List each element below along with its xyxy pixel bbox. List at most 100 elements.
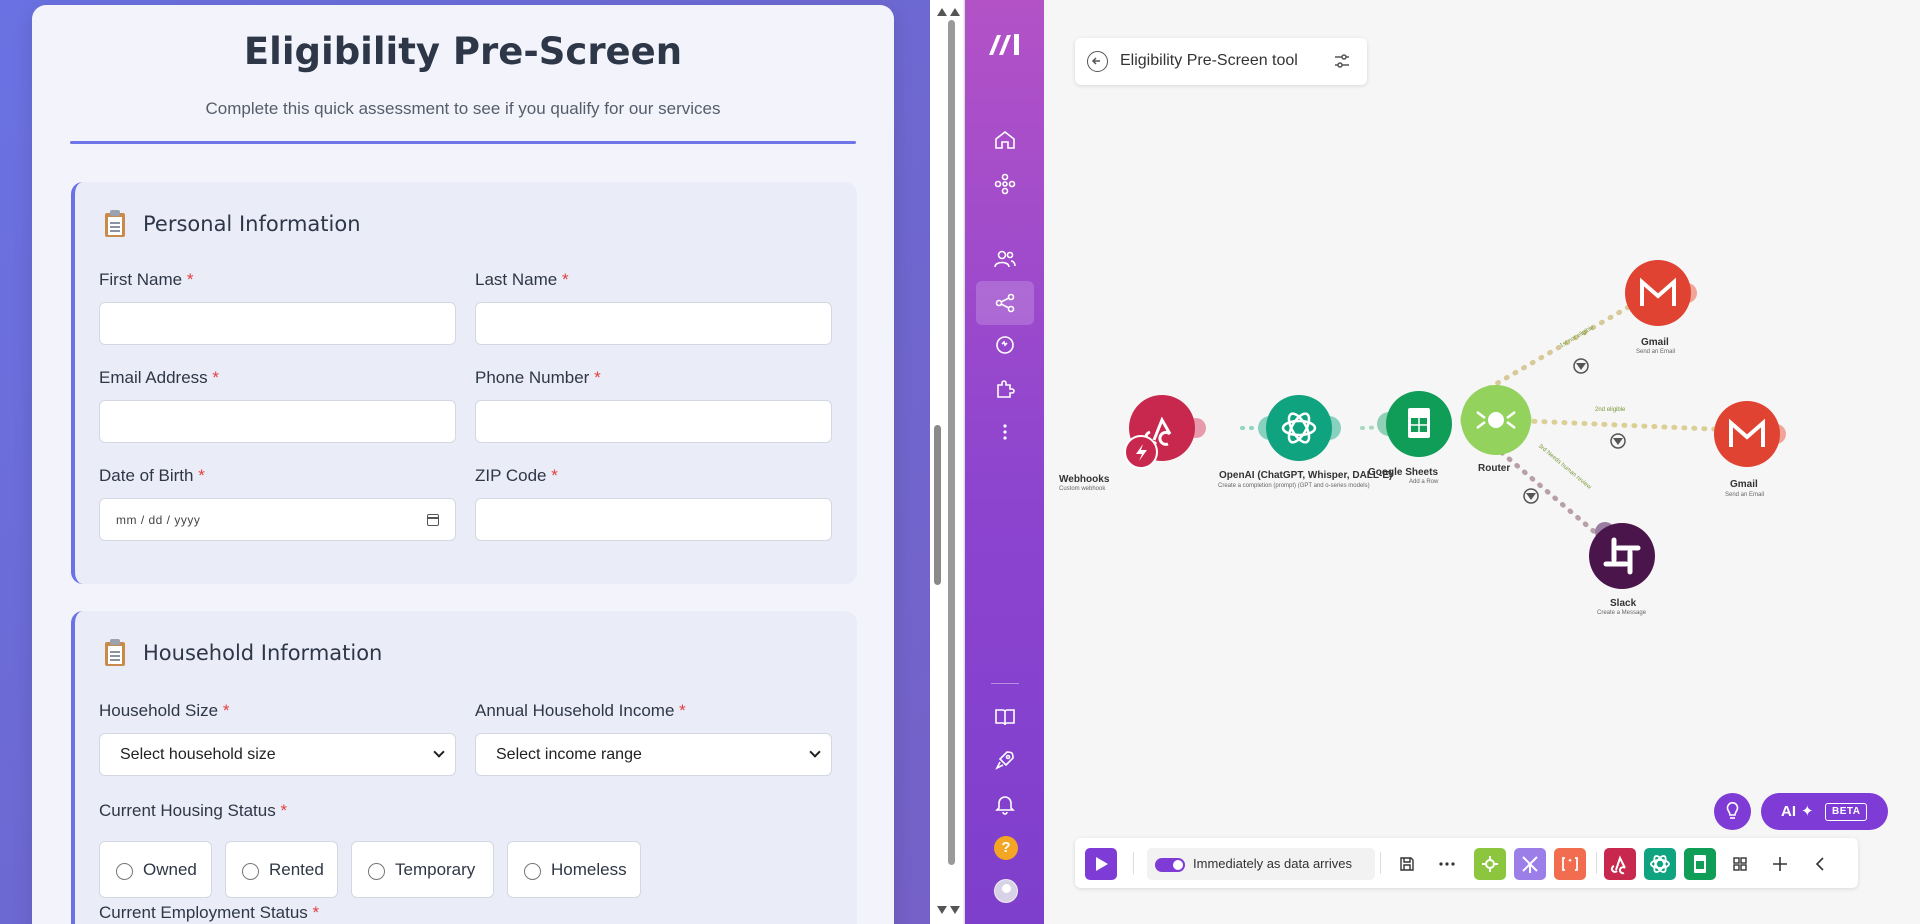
housing-option-rented[interactable]: Rented [225, 841, 338, 898]
book-icon[interactable] [993, 705, 1017, 729]
tools-icon[interactable] [1474, 848, 1506, 880]
housing-option-owned[interactable]: Owned [99, 841, 212, 898]
openai-icon[interactable] [1644, 848, 1676, 880]
module-label: Slack [1610, 598, 1637, 609]
last-name-input[interactable] [475, 302, 832, 345]
gmail-module-icon[interactable] [1625, 260, 1691, 326]
scheduling-toggle[interactable] [1155, 858, 1185, 872]
scenario-editor: ? Eligibility Pre-Screen tool Webhooks C… [964, 0, 1920, 924]
scroll-down-arrow-icon[interactable] [950, 906, 960, 914]
module-sublabel: Send an Email [1725, 492, 1765, 498]
calendar-icon[interactable] [427, 514, 439, 526]
zip-input[interactable] [475, 498, 832, 541]
radio-circle[interactable] [116, 863, 133, 880]
organization-icon[interactable] [993, 172, 1017, 196]
scroll-up-arrow-icon[interactable] [950, 8, 960, 16]
save-icon[interactable] [1391, 848, 1423, 880]
module-sublabel: Custom webhook [1059, 486, 1106, 492]
rocket-icon[interactable] [993, 748, 1017, 772]
lightbulb-icon[interactable] [1714, 793, 1751, 830]
form-page: Eligibility Pre-Screen Complete this qui… [0, 0, 963, 924]
ai-assistant-button[interactable]: AI ✦ BETA [1761, 793, 1888, 830]
income-label: Annual Household Income * [475, 701, 686, 720]
email-input[interactable] [99, 400, 456, 443]
household-size-label: Household Size * [99, 701, 230, 720]
phone-input[interactable] [475, 400, 832, 443]
module-label: Webhooks [1059, 474, 1110, 485]
more-vertical-icon[interactable] [993, 420, 1017, 444]
help-icon[interactable]: ? [994, 836, 1018, 860]
avatar[interactable] [994, 879, 1018, 903]
sparkle-icon: ✦ [1801, 803, 1814, 820]
text-parser-icon[interactable] [1554, 848, 1586, 880]
form-card: Eligibility Pre-Screen Complete this qui… [32, 5, 894, 924]
radio-circle[interactable] [242, 863, 259, 880]
openai-module-icon[interactable] [1266, 395, 1332, 461]
module-sublabel: Add a Row [1409, 479, 1439, 485]
first-name-label: First Name * [99, 270, 194, 289]
schedule-setting[interactable]: Immediately as data arrives [1147, 848, 1375, 880]
phone-label: Phone Number * [475, 368, 601, 387]
gmail-module-icon[interactable] [1714, 401, 1780, 467]
radio-label: Temporary [395, 859, 476, 879]
first-name-input[interactable] [99, 302, 456, 345]
radio-circle[interactable] [524, 863, 541, 880]
connector [1491, 443, 1607, 543]
team-icon[interactable] [993, 247, 1017, 271]
household-size-select[interactable]: Select household size [99, 733, 456, 776]
bell-icon[interactable] [993, 792, 1017, 816]
module-sublabel: Create a Message [1597, 610, 1647, 616]
schedule-label: Immediately as data arrives [1193, 856, 1352, 871]
add-module-icon[interactable] [1764, 848, 1796, 880]
section-heading: Personal Information [103, 210, 361, 238]
module-label: Router [1478, 463, 1511, 474]
scroll-thumb[interactable] [948, 20, 955, 865]
scenario-diagram [1124, 260, 1786, 589]
dob-input[interactable]: mm / dd / yyyy [99, 498, 456, 541]
apps-puzzle-icon[interactable] [993, 377, 1017, 401]
clipboard-icon [103, 639, 127, 667]
module-label: Google Sheets [1368, 467, 1439, 478]
google-sheets-icon[interactable] [1684, 848, 1716, 880]
housing-status-label: Current Housing Status * [99, 801, 288, 820]
collapse-chevron-left-icon[interactable] [1804, 848, 1836, 880]
scenario-canvas[interactable]: Webhooks Custom webhook OpenAI (ChatGPT,… [1044, 0, 1920, 924]
scenarios-share-icon[interactable] [993, 291, 1017, 315]
radio-circle[interactable] [368, 863, 385, 880]
radio-label: Rented [269, 859, 324, 879]
income-value: Select income range [496, 745, 642, 763]
toolbar-divider [1133, 852, 1134, 874]
scrollbar[interactable] [930, 0, 963, 924]
slack-module-icon[interactable] [1589, 523, 1655, 589]
employment-status-label: Current Employment Status * [99, 903, 320, 922]
grid-apps-icon[interactable] [1724, 848, 1756, 880]
scroll-thumb[interactable] [934, 425, 941, 585]
housing-option-temporary[interactable]: Temporary [351, 841, 494, 898]
module-label: OpenAI (ChatGPT, Whisper, DALL-E) [1219, 470, 1393, 481]
chevron-down-icon [433, 746, 445, 758]
webhooks-icon[interactable] [1604, 848, 1636, 880]
flow-control-icon[interactable] [1514, 848, 1546, 880]
housing-option-homeless[interactable]: Homeless [507, 841, 641, 898]
bottom-toolbar: Immediately as data arrives [1075, 838, 1858, 888]
radio-label: Homeless [551, 859, 627, 879]
chevron-down-icon [809, 746, 821, 758]
ai-agents-icon[interactable] [993, 333, 1017, 357]
income-select[interactable]: Select income range [475, 733, 832, 776]
home-icon[interactable] [993, 128, 1017, 152]
scroll-down-arrow-icon[interactable] [937, 906, 947, 914]
dob-placeholder: mm / dd / yyyy [116, 512, 201, 527]
run-once-button[interactable] [1085, 848, 1117, 880]
radio-label: Owned [143, 859, 197, 879]
module-label: Gmail [1730, 479, 1758, 490]
form-subtitle: Complete this quick assessment to see if… [205, 99, 721, 118]
module-label: Gmail [1641, 337, 1669, 348]
module-sublabel: Create a completion (prompt) (GPT and o-… [1218, 483, 1370, 489]
make-logo-icon[interactable] [987, 31, 1025, 57]
email-label: Email Address * [99, 368, 220, 387]
household-information-section: Household Information Household Size * S… [71, 611, 857, 924]
clipboard-icon [103, 210, 127, 238]
toolbar-divider [1596, 852, 1597, 874]
more-horizontal-icon[interactable] [1431, 848, 1463, 880]
scroll-up-arrow-icon[interactable] [937, 8, 947, 16]
